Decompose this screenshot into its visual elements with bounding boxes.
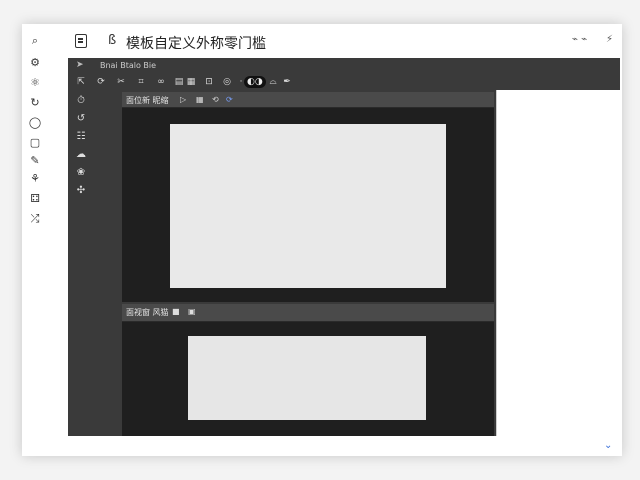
user-icon: ß — [108, 33, 117, 48]
pane-header-top: 面位新 昵缩 ▷ ▦ ⟲ ⟳ — [122, 92, 494, 108]
editor: ➤ Bnai Btalo Bie ⇱ ⟳ ✂ ⌗ ∞ ▤ ▦ ⊡ ◎ · ◐◑ … — [68, 58, 496, 436]
canvas-bottom[interactable] — [188, 336, 426, 420]
gear-icon[interactable]: ⚛ — [28, 76, 42, 90]
side-top-bar — [496, 58, 620, 90]
play-icon[interactable]: ▷ — [180, 95, 186, 104]
window-control-left[interactable]: ⌁ ⌁ — [572, 34, 587, 45]
tag-icon[interactable]: ✎ — [28, 154, 42, 168]
cloud-icon[interactable]: ☁ — [74, 148, 88, 162]
sync-icon[interactable]: ⟳ — [226, 95, 233, 104]
pane-body-top — [122, 108, 494, 302]
search-icon[interactable]: ⌕ — [28, 34, 42, 48]
side-panel — [496, 90, 620, 436]
grid-icon[interactable]: ▦ — [196, 95, 204, 104]
table-tool-icon[interactable]: ▦ — [186, 76, 196, 88]
pane-body-bottom — [122, 322, 494, 436]
refresh-icon[interactable]: ↺ — [74, 112, 88, 126]
brush-icon[interactable]: ⚘ — [28, 172, 42, 186]
pane-title-bottom: 面视窗 风猫 — [126, 308, 169, 317]
pane-title-top: 面位新 昵缩 — [126, 96, 169, 105]
titlebar: ß 模板自定义外称零门槛 ⌁ ⌁ ⚡ — [70, 30, 620, 56]
left-rail: ⌕ ⚙ ⚛ ↻ ◯ ▢ ✎ ⚘ ⚃ ⤮ — [22, 24, 48, 456]
select-tool-icon[interactable]: ⇱ — [76, 76, 86, 88]
refresh-icon[interactable]: ↻ — [28, 96, 42, 110]
layers-tool-icon[interactable]: ▤ — [174, 76, 184, 88]
timer-icon[interactable]: ⏱ — [74, 94, 88, 108]
target-tool-icon[interactable]: ◎ — [222, 76, 232, 88]
toggle-view-icon[interactable]: ◐◑ — [244, 76, 266, 88]
link-tool-icon[interactable]: ∞ — [156, 76, 166, 88]
crop-tool-icon[interactable]: ⌗ — [136, 76, 146, 88]
scissors-tool-icon[interactable]: ✂ — [116, 76, 126, 88]
pane-header-bottom: 面视窗 风猫 ■ ▣ — [122, 304, 494, 322]
vertical-toolbar: ⏱ ↺ ☷ ☁ ❀ ✣ — [68, 92, 120, 436]
paint-icon[interactable]: ❀ — [74, 166, 88, 180]
document-icon[interactable] — [75, 34, 87, 48]
note-icon[interactable]: ☷ — [74, 130, 88, 144]
extension-icon[interactable]: ⚃ — [28, 192, 42, 206]
pen-tool-icon[interactable]: ✒ — [282, 76, 292, 88]
eye-tool-icon[interactable]: ⌓ — [268, 76, 278, 88]
document-icon[interactable]: ▢ — [28, 136, 42, 150]
menu-text: Bnai Btalo Bie — [100, 61, 157, 70]
share-icon[interactable]: ✣ — [74, 184, 88, 198]
share-icon[interactable]: ⤮ — [28, 212, 42, 226]
toolbar: ⇱ ⟳ ✂ ⌗ ∞ ▤ ▦ ⊡ ◎ · ◐◑ ⌓ ✒ — [68, 74, 496, 92]
rotate-tool-icon[interactable]: ⟳ — [96, 76, 106, 88]
window-title: 模板自定义外称零门槛 — [126, 36, 266, 52]
window-control-right[interactable]: ⚡ — [606, 34, 613, 45]
settings-icon[interactable]: ⚙ — [28, 56, 42, 70]
menubar: ➤ Bnai Btalo Bie — [68, 58, 496, 74]
stop-icon[interactable]: ■ — [172, 307, 180, 316]
canvas-top[interactable] — [170, 124, 446, 288]
chevron-down-icon[interactable]: ⌄ — [604, 440, 612, 451]
refresh-icon[interactable]: ⟲ — [212, 95, 219, 104]
capture-tool-icon[interactable]: ⊡ — [204, 76, 214, 88]
frame-icon[interactable]: ▣ — [188, 307, 196, 316]
chat-icon[interactable]: ◯ — [28, 116, 42, 130]
back-arrow-icon[interactable]: ➤ — [76, 60, 84, 70]
